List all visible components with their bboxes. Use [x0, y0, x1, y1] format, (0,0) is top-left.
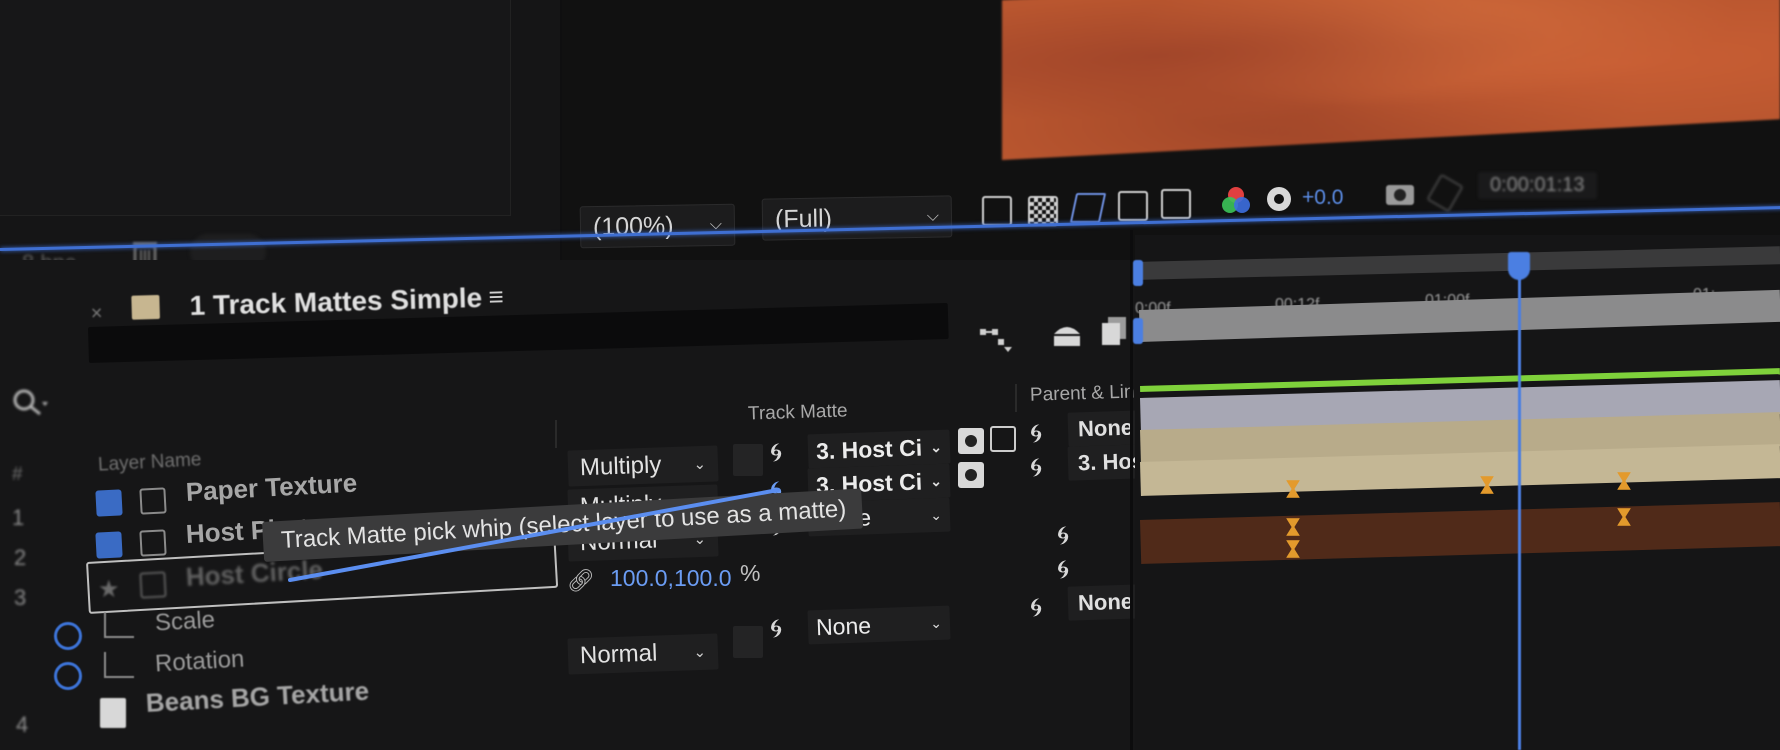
chevron-down-icon: ⌄ — [929, 438, 943, 455]
composition-name: 1 Track Mattes Simple — [189, 281, 483, 322]
viewer-timecode[interactable]: 0:00:01:13 — [1478, 172, 1597, 199]
work-area-start-marker[interactable] — [1133, 260, 1143, 286]
camera-snapshot-icon[interactable] — [1385, 180, 1415, 206]
preserve-transparency-toggle[interactable] — [733, 444, 763, 476]
layer-index: 2 — [14, 545, 27, 570]
blend-mode-value: Multiply — [579, 451, 662, 482]
footage-icon — [139, 487, 167, 515]
matte-invert-toggle[interactable] — [990, 426, 1016, 452]
number-column-header: # — [12, 464, 23, 485]
parent-pick-whip-icon[interactable]: 🌀︎ — [1030, 592, 1042, 624]
graph-icon[interactable] — [104, 652, 134, 678]
chevron-down-icon: ⌄ — [929, 506, 943, 523]
layer-index: 1 — [12, 505, 25, 530]
chevron-down-icon: ⌄ — [929, 614, 943, 631]
search-icon[interactable] — [10, 388, 50, 418]
track-matte-value: 3. Host Ci — [815, 434, 923, 464]
transparency-grid-icon[interactable] — [1028, 196, 1058, 226]
track-matte-dropdown[interactable]: None ⌄ — [807, 605, 951, 645]
current-time-indicator-head[interactable] — [1508, 252, 1530, 280]
parent-pick-whip-icon[interactable]: 🌀︎ — [1030, 452, 1042, 484]
frame-blending-icon[interactable] — [1098, 315, 1130, 347]
blend-mode-value: Normal — [579, 639, 658, 670]
constrain-proportions-link-icon[interactable]: 🔗︎ — [567, 568, 595, 594]
time-navigator-bar[interactable] — [1135, 246, 1780, 280]
close-tab-icon[interactable]: × — [91, 303, 103, 326]
stopwatch-icon[interactable] — [54, 622, 82, 650]
track-matte-dropdown[interactable]: 3. Host Ci ⌄ — [807, 429, 951, 469]
graph-icon[interactable] — [104, 612, 134, 638]
magnification-dropdown[interactable]: (100%) ⌵ — [579, 203, 736, 249]
property-name: Rotation — [154, 645, 246, 678]
comp-flowchart-icon[interactable] — [978, 325, 1014, 355]
shape-icon — [139, 571, 167, 599]
exposure-value[interactable]: +0.0 — [1302, 186, 1343, 210]
region-of-interest-icon[interactable] — [1118, 191, 1148, 221]
preserve-transparency-toggle[interactable] — [733, 626, 763, 658]
track-matte-column-header[interactable]: Track Matte — [748, 400, 848, 425]
magnification-value: (100%) — [592, 211, 674, 241]
layer-index: 3 — [14, 585, 27, 610]
layer-index: 4 — [16, 712, 29, 737]
chevron-down-icon: ⌵ — [926, 207, 940, 225]
draft-3d-icon[interactable] — [1050, 320, 1084, 350]
layer-in-point-marker[interactable] — [1133, 318, 1143, 344]
exposure-reset-icon[interactable] — [1264, 184, 1294, 214]
parent-link-column-header[interactable]: Parent & Link — [1030, 381, 1145, 407]
project-item-list[interactable] — [0, 0, 511, 216]
image-file-icon — [100, 698, 126, 728]
track-matte-value: None — [815, 611, 872, 640]
parent-pick-whip-icon[interactable]: 🌀︎ — [1057, 554, 1069, 586]
column-divider — [555, 420, 557, 448]
color-channels-icon[interactable] — [1220, 185, 1252, 217]
column-divider — [1015, 384, 1017, 412]
scale-value[interactable]: 100.0,100.0 — [610, 565, 732, 592]
current-time-indicator-line[interactable] — [1518, 260, 1521, 750]
footage-icon — [139, 529, 167, 557]
blend-mode-dropdown[interactable]: Multiply ⌄ — [567, 445, 719, 487]
matte-alpha-toggle[interactable] — [958, 428, 984, 454]
panel-menu-icon[interactable]: ≡ — [488, 281, 504, 312]
chevron-down-icon: ⌄ — [929, 472, 943, 489]
blend-mode-dropdown[interactable]: Normal ⌄ — [567, 633, 719, 675]
pick-whip-icon[interactable]: 🌀︎ — [770, 613, 782, 645]
pick-whip-icon[interactable]: 🌀︎ — [770, 437, 782, 469]
parent-value: None — [1077, 588, 1134, 616]
mask-visibility-icon[interactable] — [1069, 193, 1107, 223]
panel-separator — [1130, 230, 1133, 750]
property-name: Scale — [154, 606, 216, 637]
parent-pick-whip-icon[interactable]: 🌀︎ — [1057, 520, 1069, 552]
resolution-dropdown[interactable]: (Full) ⌵ — [761, 195, 953, 241]
shape-layer-star-icon: ★ — [98, 576, 120, 603]
parent-pick-whip-icon[interactable]: 🌀︎ — [1030, 418, 1042, 450]
scale-unit: % — [740, 560, 761, 586]
parent-value: None — [1077, 414, 1134, 442]
chevron-down-icon: ⌄ — [693, 643, 707, 662]
grid-guides-icon[interactable] — [1161, 189, 1191, 219]
time-ruler[interactable]: 0:00f 00:12f 01:00f 01: — [1135, 240, 1780, 342]
stopwatch-icon[interactable] — [54, 662, 82, 690]
comp-color-swatch — [131, 294, 160, 320]
layer-lock-icon[interactable] — [95, 489, 123, 517]
chevron-down-icon: ⌄ — [693, 455, 707, 474]
layer-lock-icon[interactable] — [95, 531, 123, 559]
fast-previews-icon[interactable] — [982, 196, 1012, 226]
matte-alpha-toggle[interactable] — [958, 462, 984, 488]
